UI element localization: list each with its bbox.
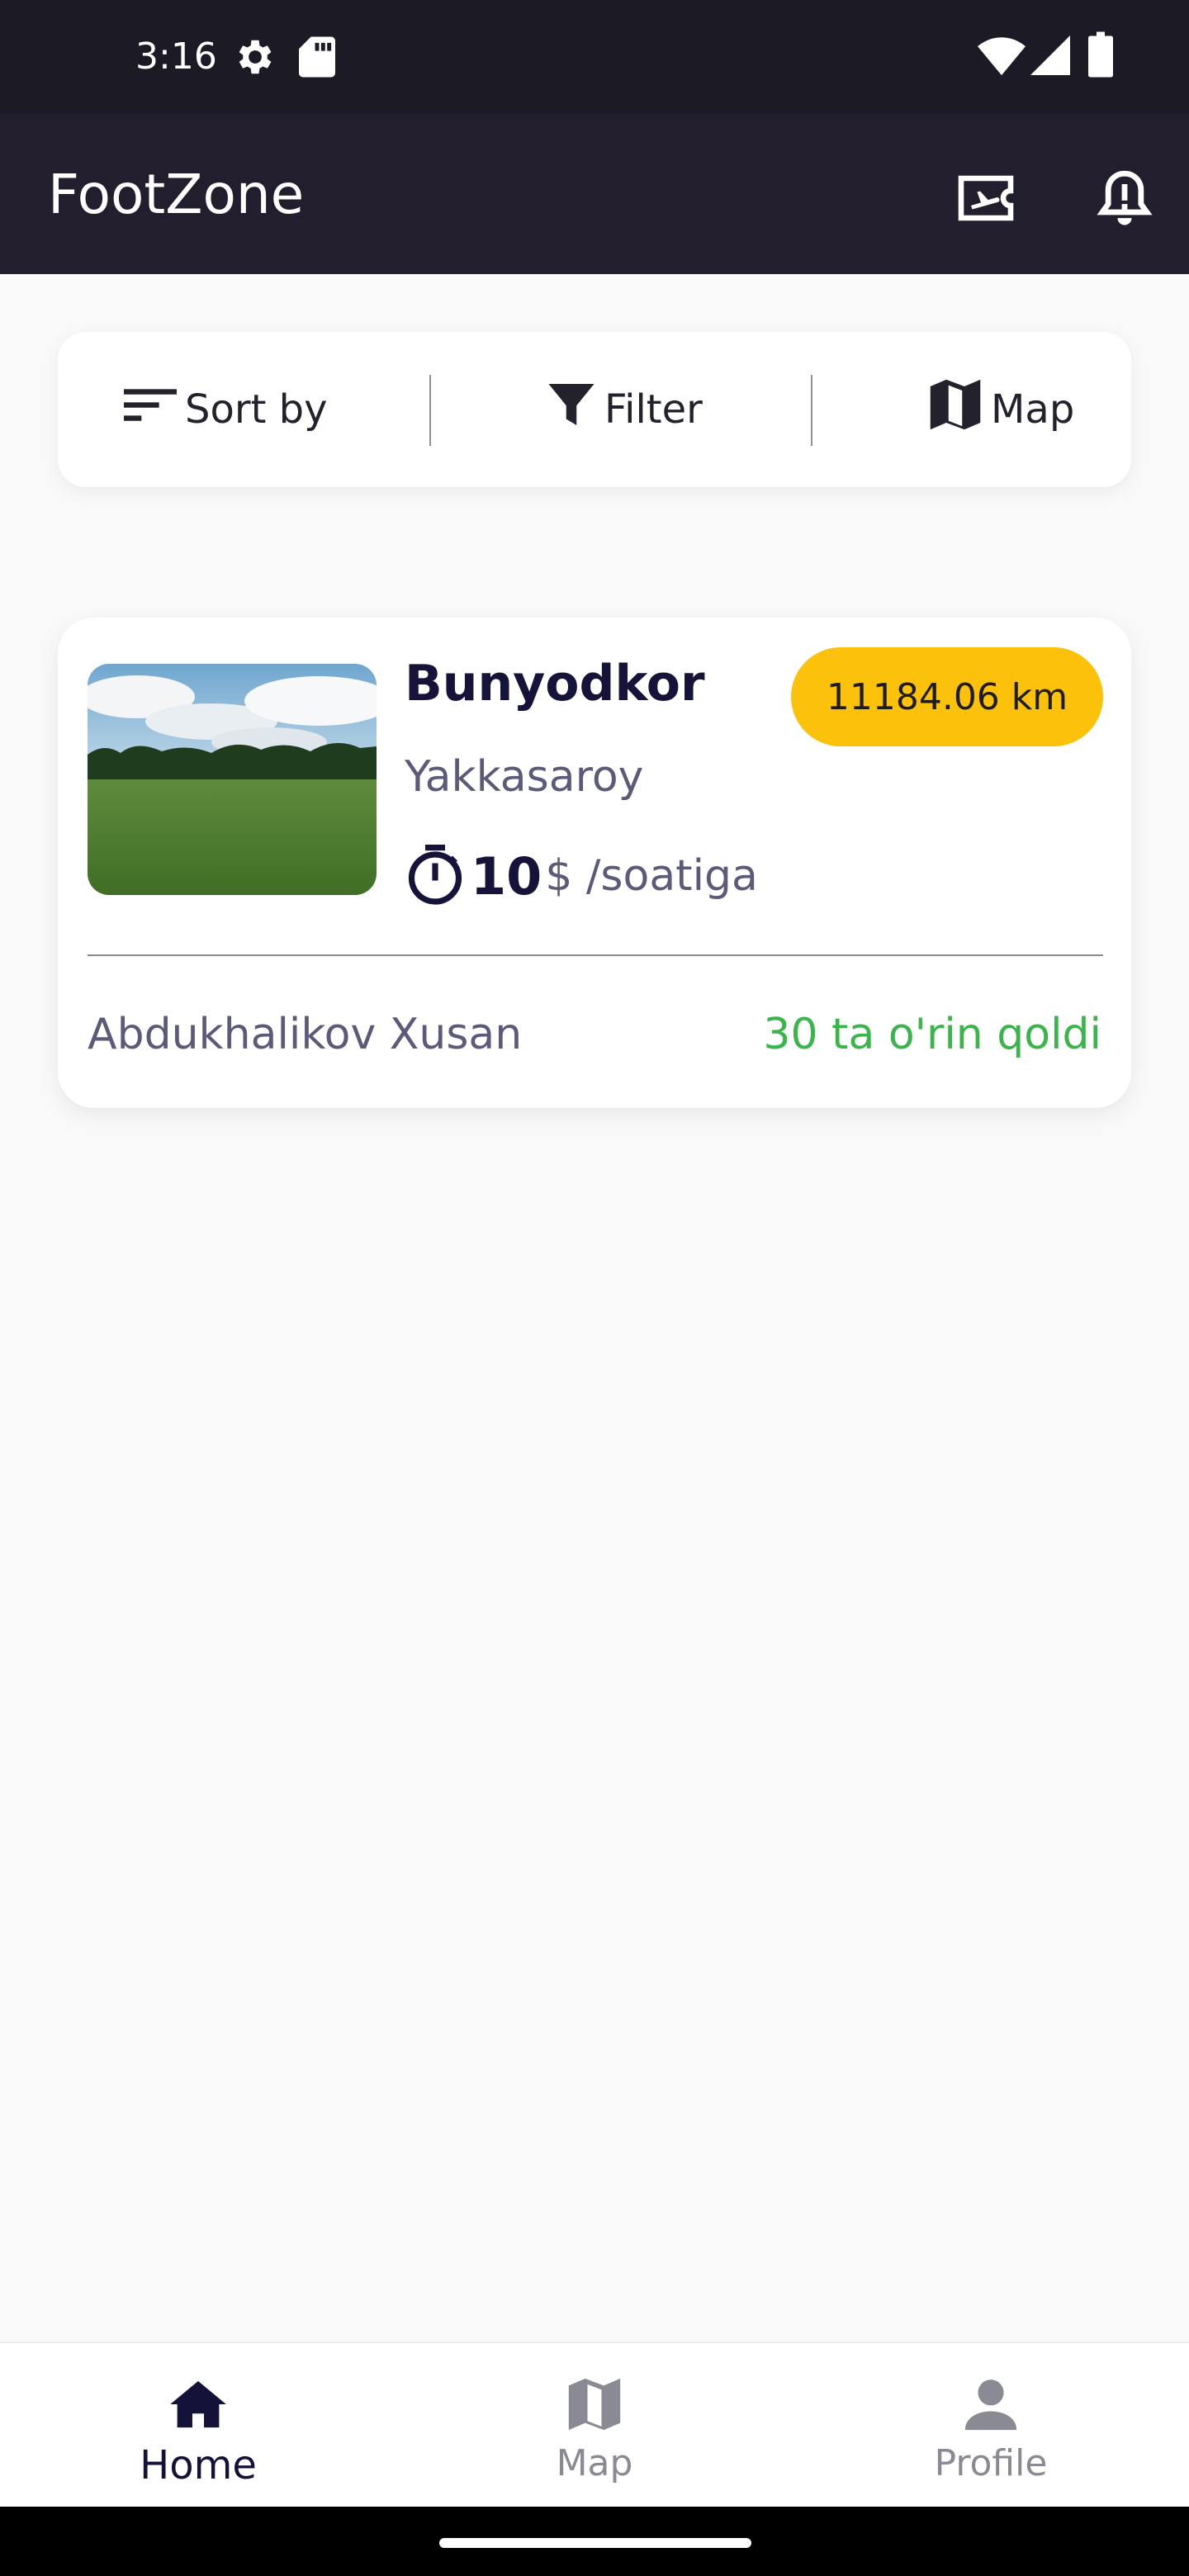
stadium-card[interactable]: Bunyodkor 11184.06 km Yakkasaroy 10 $ /s… xyxy=(58,618,1131,1108)
battery-icon xyxy=(1088,31,1113,81)
nav-profile-label: Profile xyxy=(934,2442,1048,2484)
stadium-price: 10 $ /soatiga xyxy=(405,839,758,913)
card-divider xyxy=(88,954,1103,956)
nav-profile[interactable]: Profile xyxy=(793,2343,1189,2508)
bottom-navigation: Home Map Profile xyxy=(0,2342,1189,2507)
slots-remaining: 30 ta o'rin qoldi xyxy=(763,1010,1101,1059)
list-toolbar: Sort by Filter Map xyxy=(58,332,1131,487)
map-icon xyxy=(928,377,991,442)
home-gesture-handle[interactable] xyxy=(439,2538,751,2548)
sort-button[interactable]: Sort by xyxy=(124,332,328,487)
price-unit: $ /soatiga xyxy=(545,851,758,901)
gesture-bar xyxy=(0,2507,1189,2576)
timer-icon xyxy=(405,842,466,910)
toolbar-divider xyxy=(429,375,431,446)
settings-icon xyxy=(231,31,276,86)
signal-icon xyxy=(1030,35,1070,79)
nav-map[interactable]: Map xyxy=(396,2343,793,2508)
sort-icon xyxy=(124,385,185,434)
filter-icon xyxy=(547,379,604,440)
app-title: FootZone xyxy=(48,163,305,226)
map-icon xyxy=(566,2371,623,2437)
filter-button[interactable]: Filter xyxy=(547,332,703,487)
app-bar: FootZone xyxy=(0,114,1189,274)
stadium-name: Bunyodkor xyxy=(405,655,705,713)
home-icon xyxy=(170,2371,226,2437)
filter-label: Filter xyxy=(604,386,703,433)
map-button[interactable]: Map xyxy=(928,332,1074,487)
nav-home-label: Home xyxy=(140,2442,257,2488)
map-label: Map xyxy=(991,386,1075,433)
sort-label: Sort by xyxy=(185,386,328,433)
toolbar-divider xyxy=(811,375,812,446)
stadium-photo xyxy=(88,664,377,895)
status-bar: 3:16 xyxy=(0,0,1189,114)
notification-alert-icon[interactable] xyxy=(1087,160,1163,236)
sd-card-icon xyxy=(299,31,335,86)
person-icon xyxy=(963,2371,1019,2437)
wifi-icon xyxy=(978,35,1026,79)
price-value: 10 xyxy=(471,845,542,907)
ticket-icon[interactable] xyxy=(948,160,1024,236)
nav-map-label: Map xyxy=(556,2442,633,2484)
distance-badge: 11184.06 km xyxy=(791,647,1103,746)
stadium-district: Yakkasaroy xyxy=(405,752,644,802)
stadium-owner: Abdukhalikov Xusan xyxy=(88,1010,523,1059)
status-time: 3:16 xyxy=(135,36,217,78)
nav-home[interactable]: Home xyxy=(0,2343,396,2508)
